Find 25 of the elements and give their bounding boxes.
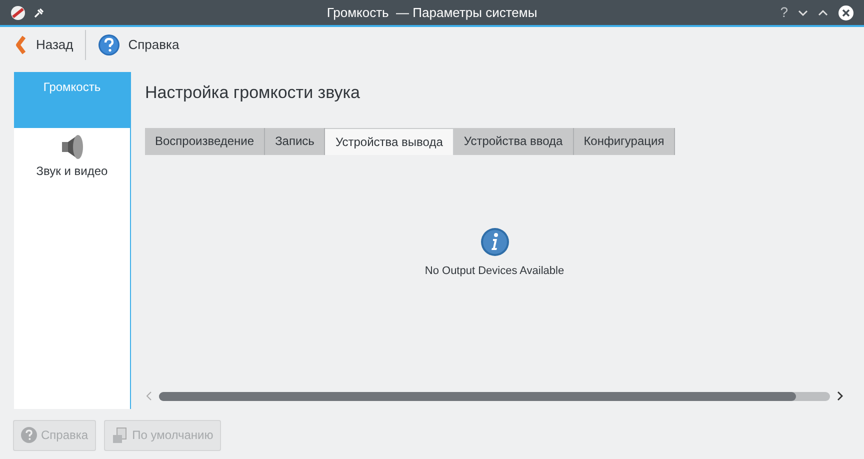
help-icon	[98, 34, 120, 56]
tab[interactable]: Устройства ввода	[454, 128, 574, 154]
speaker-icon	[60, 132, 84, 162]
status-message: No Output Devices Available	[424, 264, 564, 278]
help-button[interactable]: Справка	[96, 34, 182, 56]
pin-icon[interactable]	[34, 8, 44, 18]
maximize-icon[interactable]	[818, 8, 828, 16]
scrollbar[interactable]	[159, 392, 830, 400]
page-title: Настройка громкости звука	[145, 82, 362, 104]
sidebar-item[interactable]: Звук и видео	[14, 128, 130, 184]
tab[interactable]: Конфигурация	[574, 128, 676, 154]
tab[interactable]: Устройства вывода	[325, 128, 454, 154]
back-icon	[14, 35, 28, 55]
tab[interactable]: Запись	[265, 128, 326, 154]
tab[interactable]: Воспроизведение	[145, 128, 266, 154]
close-icon[interactable]	[838, 4, 854, 20]
info-icon	[480, 226, 510, 256]
document-icon	[112, 426, 128, 444]
scroll-right-icon[interactable]	[836, 391, 844, 401]
help-icon	[21, 427, 37, 443]
window-title: Громкость — Параметры системы	[326, 4, 538, 22]
app-icon	[10, 4, 26, 20]
minimize-icon[interactable]	[798, 8, 808, 16]
help-button[interactable]: ?	[780, 2, 788, 23]
back-button[interactable]: Назад	[12, 35, 76, 55]
